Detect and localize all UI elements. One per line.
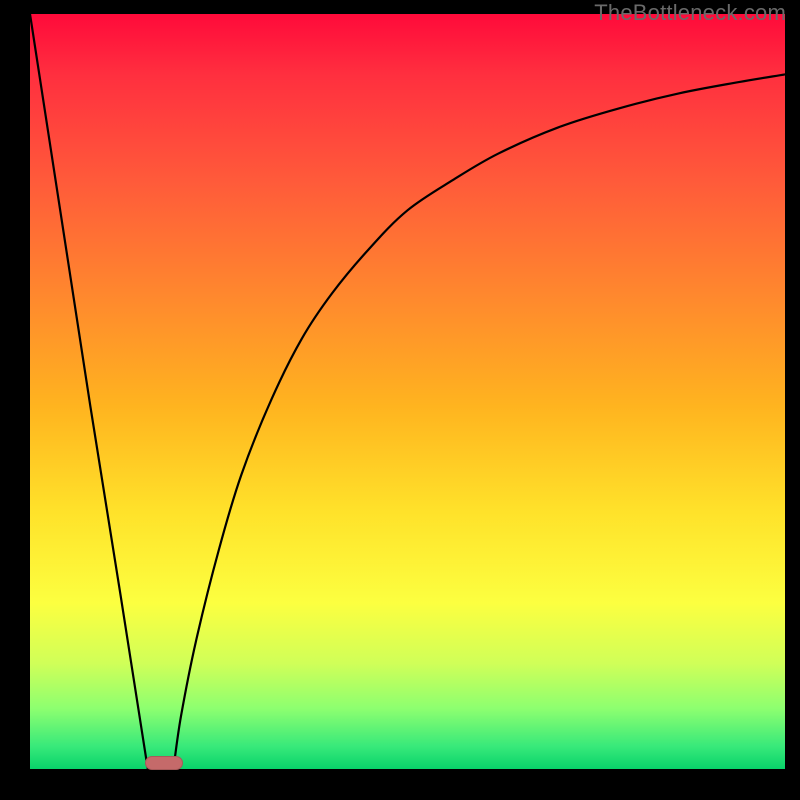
bottleneck-curve: [30, 14, 785, 769]
curve-right-branch: [173, 74, 785, 769]
optimal-marker: [145, 756, 183, 770]
curve-left-branch: [30, 14, 154, 769]
chart-frame: TheBottleneck.com: [0, 0, 800, 800]
watermark-text: TheBottleneck.com: [594, 0, 786, 26]
chart-plot-area: [30, 14, 785, 769]
